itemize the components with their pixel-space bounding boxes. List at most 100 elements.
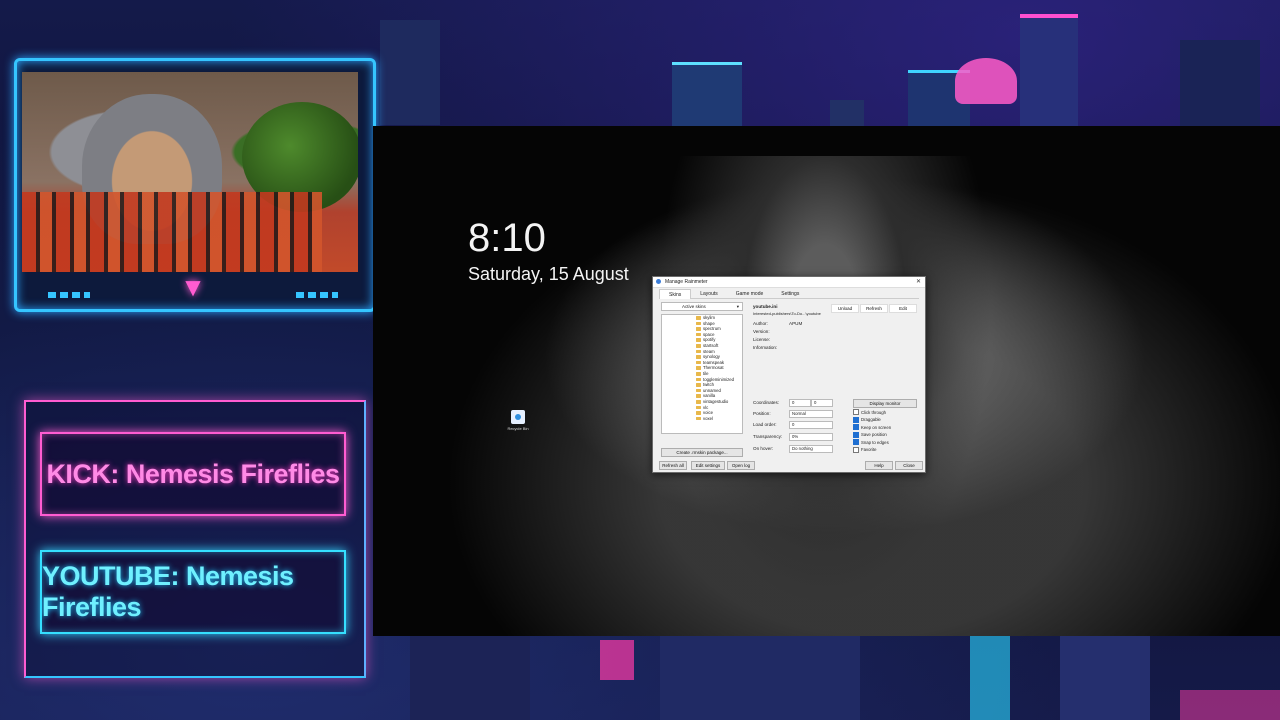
checkbox-box[interactable] <box>853 416 859 423</box>
city-building <box>600 640 634 680</box>
city-building <box>1020 14 1078 130</box>
recycle-bin-icon <box>511 410 525 424</box>
city-building <box>672 62 742 129</box>
tab-settings[interactable]: Settings <box>772 289 808 298</box>
author-label: Author: <box>753 321 768 326</box>
folder-icon <box>696 411 701 415</box>
load-order-label: Load order: <box>753 422 777 427</box>
active-skins-dropdown[interactable]: Active skins ▾ <box>661 302 743 311</box>
tab-bar: Skins Layouts Game mode Settings <box>659 289 919 299</box>
checkbox-label: Click through <box>861 409 887 415</box>
recycle-bin-label: Recycle Bin <box>507 426 529 431</box>
plaid-shirt <box>22 192 322 272</box>
option-checkbox[interactable]: Keep on screen <box>853 424 891 430</box>
author-value: APUM <box>789 321 803 326</box>
folder-icon <box>696 388 701 393</box>
option-checkbox[interactable]: Click through <box>853 409 886 415</box>
folder-icon <box>696 371 701 376</box>
checkbox-box[interactable] <box>853 409 859 415</box>
position-label: Position: <box>753 411 771 416</box>
checkbox-label: Keep on screen <box>861 424 892 430</box>
skin-path: Interested-publishers\To-Do...\youtube <box>753 311 821 316</box>
folder-icon <box>696 377 701 382</box>
folder-icon <box>696 316 701 320</box>
edit-button[interactable]: Edit <box>889 304 917 313</box>
skin-tree-item[interactable]: voxel <box>696 416 742 422</box>
skin-name: youtube.ini <box>753 304 778 309</box>
checkbox-box[interactable] <box>853 424 859 430</box>
city-building <box>970 636 1010 720</box>
checkbox-box[interactable] <box>853 431 859 438</box>
rainmeter-icon <box>656 279 661 284</box>
checkbox-box[interactable] <box>853 439 859 445</box>
checkbox-label: Save position <box>861 432 887 437</box>
transparency-select[interactable]: 0% <box>789 433 833 441</box>
folder-icon <box>696 360 701 365</box>
position-select[interactable]: Normal <box>789 410 833 418</box>
coordinates-label: Coordinates: <box>753 400 780 405</box>
chevron-down-icon: ▾ <box>736 304 739 309</box>
close-icon[interactable]: ✕ <box>916 278 921 285</box>
folder-icon <box>696 399 701 404</box>
frame-decoration <box>48 292 90 298</box>
youtube-channel-label: YOUTUBE: Nemesis Fireflies <box>40 550 346 634</box>
city-building <box>380 20 440 125</box>
tab-skins[interactable]: Skins <box>659 289 692 299</box>
version-label: Version: <box>753 329 770 334</box>
folder-icon <box>696 349 701 354</box>
checkbox-box[interactable] <box>853 446 859 453</box>
refresh-button[interactable]: Refresh <box>860 304 888 313</box>
load-order-input[interactable]: 0 <box>789 421 833 429</box>
folder-icon <box>696 343 701 348</box>
city-building <box>660 636 860 720</box>
close-button[interactable]: Close <box>895 461 923 470</box>
refresh-all-button[interactable]: Refresh all <box>659 461 687 470</box>
skins-pane: Active skins ▾ skylim shape spectrum space s… <box>661 302 743 462</box>
coord-x-input[interactable]: 0 <box>789 399 811 407</box>
folder-icon <box>696 394 701 398</box>
tab-game-mode[interactable]: Game mode <box>727 289 773 298</box>
folder-icon <box>696 338 701 342</box>
option-checkbox[interactable]: Save position <box>853 431 887 438</box>
unload-button[interactable]: Unload <box>831 304 859 313</box>
window-titlebar[interactable]: Manage Rainmeter ✕ <box>653 277 925 288</box>
folder-icon <box>696 332 701 337</box>
chevron-down-icon: ▼ <box>180 272 206 302</box>
recycle-bin-shortcut[interactable]: Recycle Bin <box>501 410 535 431</box>
create-package-button[interactable]: Create .rmskin package... <box>661 448 743 457</box>
tab-layouts[interactable]: Layouts <box>691 289 727 298</box>
checkbox-label: Snap to edges <box>861 439 889 445</box>
on-hover-label: On hover: <box>753 446 774 451</box>
city-building <box>410 636 530 720</box>
folder-icon <box>696 327 701 331</box>
option-checkbox[interactable]: Draggable <box>853 416 881 423</box>
open-log-button[interactable]: Open log <box>727 461 755 470</box>
skins-tree[interactable]: skylim shape spectrum space spotify startsoft… <box>661 314 743 434</box>
display-monitor-button[interactable]: Display monitor <box>853 399 917 408</box>
window-title: Manage Rainmeter <box>665 279 708 285</box>
neon-sign <box>955 58 1017 104</box>
webcam-feed <box>22 72 358 272</box>
license-label: License: <box>753 337 771 342</box>
folder-icon <box>696 405 701 410</box>
active-skins-label: Active skins <box>682 304 706 309</box>
folder-icon <box>696 416 701 421</box>
coord-y-input[interactable]: 0 <box>811 399 833 407</box>
transparency-label: Transparency: <box>753 434 783 439</box>
city-building <box>1180 690 1280 720</box>
skin-tree-item-label: voxel <box>703 415 714 421</box>
edit-settings-button[interactable]: Edit settings <box>691 461 725 470</box>
kick-channel-label: KICK: Nemesis Fireflies <box>40 432 346 516</box>
city-building <box>1180 40 1260 126</box>
checkbox-label: Favorite <box>861 447 877 452</box>
folder-icon <box>696 355 701 359</box>
clock-date: Saturday, 15 August <box>468 264 629 284</box>
information-label: Information: <box>753 345 778 350</box>
help-button[interactable]: Help <box>865 461 893 470</box>
option-checkbox[interactable]: Snap to edges <box>853 439 889 445</box>
option-checkbox[interactable]: Favorite <box>853 446 877 453</box>
on-hover-select[interactable]: Do nothing <box>789 445 833 453</box>
frame-decoration <box>296 292 338 298</box>
folder-icon <box>696 321 701 326</box>
city-building <box>1060 636 1150 720</box>
